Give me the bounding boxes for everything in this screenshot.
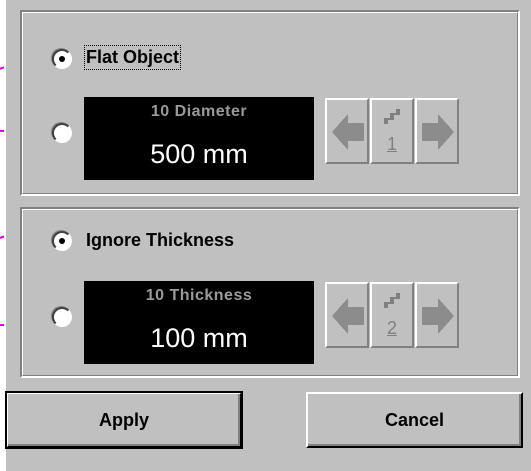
thickness-step-number: 2 <box>386 318 397 338</box>
thickness-increase-button[interactable] <box>415 282 459 348</box>
step-icon <box>384 293 400 308</box>
ignore-thickness-radio[interactable] <box>52 231 72 251</box>
thickness-group: Ignore Thickness 10 Thickness 100 mm 2 <box>20 207 520 378</box>
diameter-decrease-button[interactable] <box>325 98 369 164</box>
left-arrow-icon <box>332 298 364 334</box>
flat-object-label[interactable]: Flat Object <box>83 45 182 70</box>
thickness-step-button[interactable]: 2 <box>370 282 414 348</box>
diameter-display: 10 Diameter 500 mm <box>84 97 314 180</box>
cancel-button[interactable]: Cancel <box>306 392 523 448</box>
diameter-value: 500 mm <box>150 139 248 169</box>
diameter-caption: 10 Diameter <box>150 103 248 120</box>
step-icon <box>384 109 400 124</box>
apply-button[interactable]: Apply <box>5 391 243 449</box>
thickness-decrease-button[interactable] <box>325 282 369 348</box>
thickness-display: 10 Thickness 100 mm <box>84 281 314 364</box>
thickness-value: 100 mm <box>150 323 248 353</box>
thickness-radio[interactable] <box>52 307 72 327</box>
ignore-thickness-label[interactable]: Ignore Thickness <box>86 230 234 251</box>
diameter-radio[interactable] <box>52 123 72 143</box>
object-group: Flat Object 10 Diameter 500 mm 1 <box>20 10 520 196</box>
diameter-step-number: 1 <box>386 134 397 154</box>
flat-object-radio[interactable] <box>52 49 72 69</box>
thickness-caption: 10 Thickness <box>145 287 253 304</box>
settings-dialog: Flat Object 10 Diameter 500 mm 1 Ignore … <box>4 0 531 471</box>
right-arrow-icon <box>422 114 454 150</box>
diameter-step-button[interactable]: 1 <box>370 98 414 164</box>
right-arrow-icon <box>422 298 454 334</box>
left-arrow-icon <box>332 114 364 150</box>
diameter-increase-button[interactable] <box>415 98 459 164</box>
